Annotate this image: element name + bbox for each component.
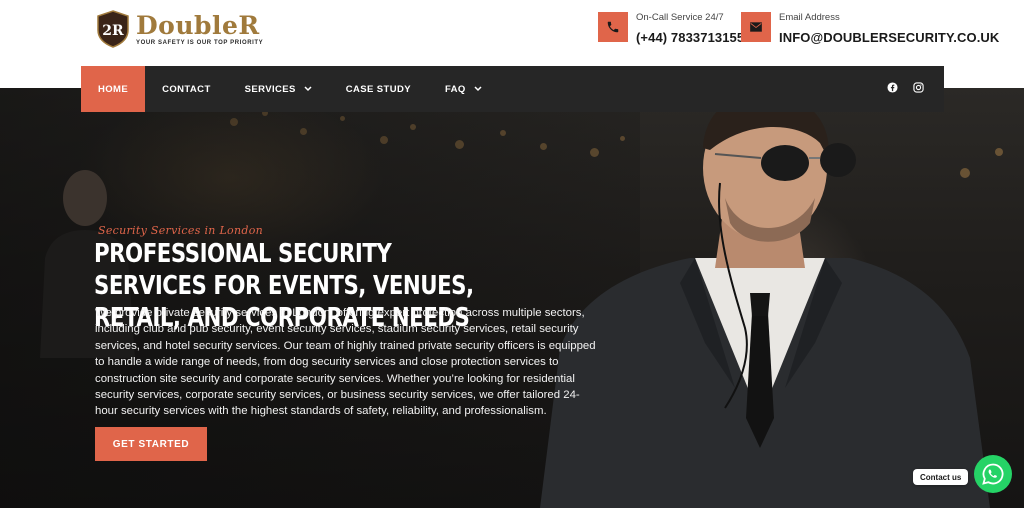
nav-services[interactable]: SERVICES bbox=[228, 66, 329, 112]
get-started-button[interactable]: GET STARTED bbox=[95, 427, 207, 461]
instagram-icon[interactable] bbox=[913, 80, 924, 98]
phone-text: On-Call Service 24/7 (+44) 7833713155 bbox=[636, 12, 744, 45]
phone-contact[interactable]: On-Call Service 24/7 (+44) 7833713155 bbox=[598, 12, 744, 45]
main-nav: HOME CONTACT SERVICES CASE STUDY FAQ bbox=[81, 66, 944, 112]
brand-name: DoubleR bbox=[136, 10, 260, 40]
phone-label: On-Call Service 24/7 bbox=[636, 12, 724, 23]
nav-home-label: HOME bbox=[98, 83, 129, 95]
contact-us-label[interactable]: Contact us bbox=[913, 469, 969, 485]
chevron-down-icon bbox=[304, 84, 312, 95]
nav-home[interactable]: HOME bbox=[81, 66, 146, 112]
nav-services-label: SERVICES bbox=[244, 83, 296, 95]
envelope-icon bbox=[741, 12, 771, 42]
nav-case-study-label: CASE STUDY bbox=[345, 83, 411, 95]
badge-initials: 2R bbox=[102, 23, 124, 39]
email-label: Email Address bbox=[779, 12, 840, 23]
email-text: Email Address INFO@DOUBLERSECURITY.CO.UK bbox=[779, 12, 999, 45]
security-guard-photo bbox=[540, 92, 990, 508]
whatsapp-icon[interactable] bbox=[974, 455, 1012, 493]
nav-faq-label: FAQ bbox=[444, 83, 466, 95]
nav-faq[interactable]: FAQ bbox=[428, 66, 499, 112]
nav-contact[interactable]: CONTACT bbox=[145, 66, 228, 112]
facebook-icon[interactable] bbox=[887, 80, 898, 98]
logo-text: DoubleR YOUR SAFETY IS OUR TOP PRIORITY bbox=[136, 10, 264, 46]
email-address[interactable]: INFO@DOUBLERSECURITY.CO.UK bbox=[779, 30, 999, 45]
brand-tagline: YOUR SAFETY IS OUR TOP PRIORITY bbox=[136, 39, 264, 46]
phone-icon bbox=[598, 12, 628, 42]
logo[interactable]: 2R DoubleR YOUR SAFETY IS OUR TOP PRIORI… bbox=[96, 10, 263, 48]
hero-description: We provide private security services in … bbox=[95, 307, 596, 418]
social-links bbox=[887, 80, 944, 98]
phone-number[interactable]: (+44) 7833713155 bbox=[636, 30, 744, 45]
chevron-down-icon bbox=[474, 84, 482, 95]
shield-logo-icon: 2R bbox=[97, 10, 129, 48]
nav-case-study[interactable]: CASE STUDY bbox=[329, 66, 428, 112]
email-contact[interactable]: Email Address INFO@DOUBLERSECURITY.CO.UK bbox=[741, 12, 999, 45]
nav-contact-label: CONTACT bbox=[162, 83, 211, 95]
hero-eyebrow: Security Services in London bbox=[98, 224, 264, 237]
